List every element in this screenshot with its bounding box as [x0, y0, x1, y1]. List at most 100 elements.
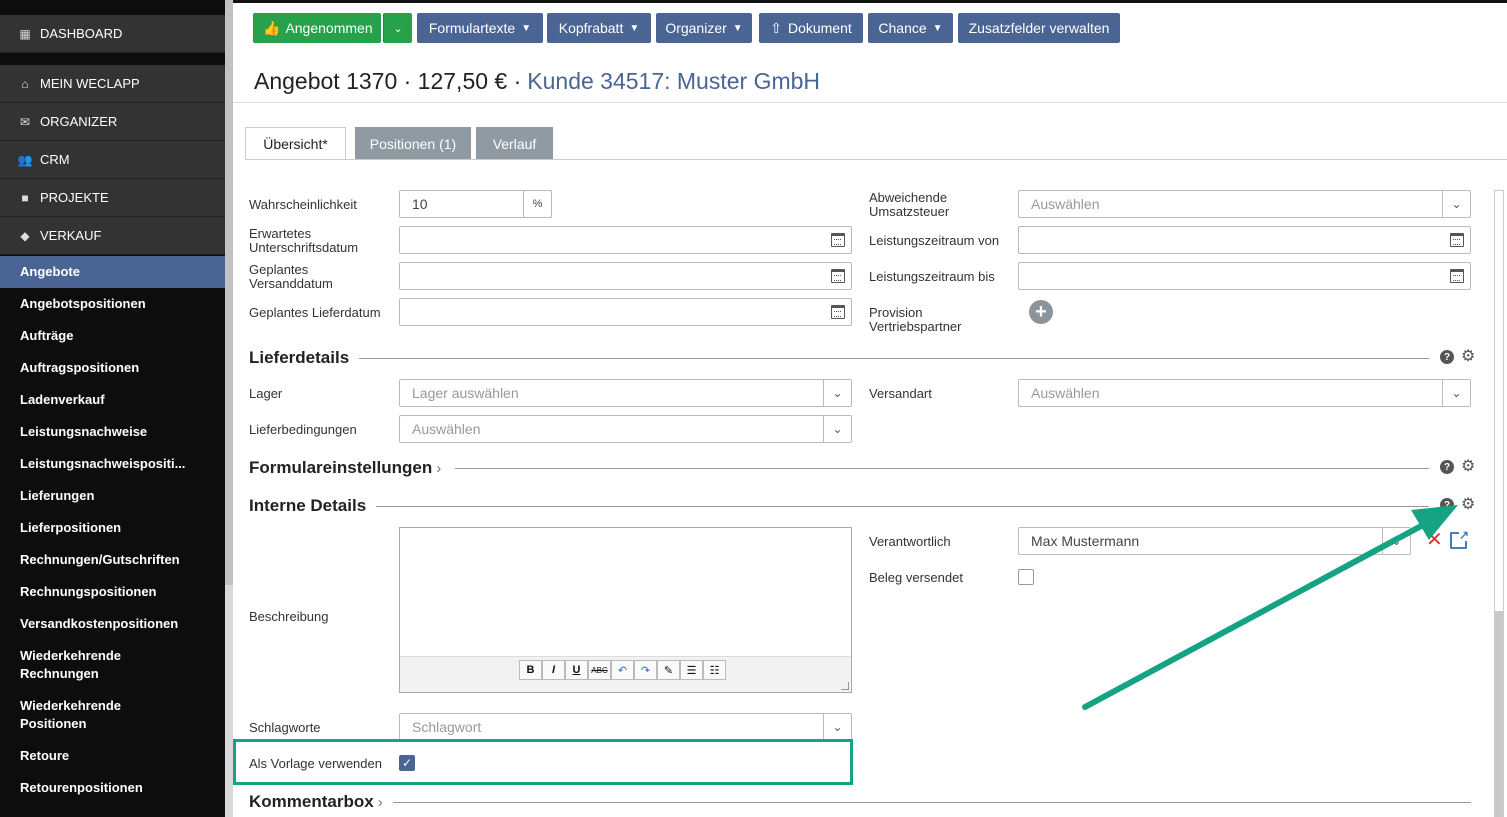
status-dropdown-button[interactable]: ⌄	[383, 13, 412, 43]
sidebar-item-dashboard[interactable]: ▦ DASHBOARD	[0, 15, 225, 53]
sidebar-item-leistungsnachweise[interactable]: Leistungsnachweise	[0, 423, 225, 441]
sidebar-item-wiederkehrende-positionen[interactable]: Wiederkehrende Positionen	[0, 697, 140, 733]
status-button[interactable]: 👍 Angenommen	[253, 13, 381, 43]
section-divider	[380, 802, 1471, 803]
section-divider	[376, 506, 1429, 507]
scrollbar-thumb[interactable]	[225, 0, 233, 585]
organizer-button[interactable]: Organizer ▼	[656, 13, 752, 43]
help-icon[interactable]: ?	[1440, 498, 1454, 512]
chevron-down-icon: ⌄	[823, 416, 851, 442]
tab-verlauf[interactable]: Verlauf	[476, 127, 553, 160]
lieferdatum-input[interactable]	[399, 298, 852, 326]
select-value: Max Mustermann	[1031, 533, 1140, 549]
sidebar-item-organizer[interactable]: ✉ ORGANIZER	[0, 103, 225, 141]
divider	[233, 102, 1507, 103]
versanddatum-label: Geplantes Versanddatum	[249, 262, 333, 291]
section-title-lieferdetails[interactable]: Lieferdetails	[249, 348, 360, 368]
sidebar-item-angebotspositionen[interactable]: Angebotspositionen	[0, 295, 225, 313]
open-external-icon[interactable]: ↗	[1450, 529, 1469, 549]
bold-icon[interactable]: B	[519, 660, 542, 680]
gear-icon[interactable]: ⚙	[1461, 497, 1475, 513]
lieferdatum-label: Geplantes Lieferdatum	[249, 305, 381, 320]
sidebar-item-lieferungen[interactable]: Lieferungen	[0, 487, 225, 505]
tab-uebersicht[interactable]: Übersicht*	[245, 127, 346, 160]
annotation-arrow	[1082, 505, 1458, 710]
calendar-icon[interactable]	[831, 305, 845, 319]
clear-icon[interactable]: ✕	[1426, 529, 1443, 551]
lager-select[interactable]: Lager auswählen ⌄	[399, 379, 852, 407]
sidebar-item-verkauf[interactable]: ◆ VERKAUF	[0, 217, 225, 255]
calendar-icon[interactable]	[831, 269, 845, 283]
section-title-formulareinstellungen[interactable]: Formulareinstellungen ›	[249, 458, 452, 478]
sidebar-item-angebote[interactable]: Angebote	[0, 256, 225, 288]
sidebar-item-rechnungen[interactable]: Rechnungen/Gutschriften	[0, 551, 225, 569]
sidebar-item-label: PROJEKTE	[40, 190, 109, 205]
tab-positionen[interactable]: Positionen (1)	[355, 127, 471, 160]
sidebar-item-wiederkehrende-rechnungen[interactable]: Wiederkehrende Rechnungen	[0, 647, 140, 683]
sidebar-item-mein-weclapp[interactable]: ⌂ MEIN WECLAPP	[0, 65, 225, 103]
beschreibung-editor[interactable]: B I U ABC ↶ ↷ ✎ ☰ ☷	[399, 527, 852, 693]
section-title-interne-details[interactable]: Interne Details	[249, 496, 377, 516]
bullet-list-icon[interactable]: ☰	[680, 660, 703, 680]
gear-icon[interactable]: ⚙	[1461, 459, 1475, 475]
sidebar-item-auftraege[interactable]: Aufträge	[0, 327, 225, 345]
beleg-versendet-checkbox[interactable]	[1018, 569, 1034, 585]
formulartexte-button[interactable]: Formulartexte ▼	[417, 13, 543, 43]
leistung-bis-input[interactable]	[1018, 262, 1471, 290]
verantwortlich-select[interactable]: Max Mustermann ⌄	[1018, 527, 1411, 555]
sidebar-scrollbar[interactable]	[225, 0, 233, 817]
lieferbedingungen-select[interactable]: Auswählen ⌄	[399, 415, 852, 443]
chance-button[interactable]: Chance ▼	[868, 13, 953, 43]
kopfrabatt-button[interactable]: Kopfrabatt ▼	[547, 13, 651, 43]
main-content: 👍 Angenommen ⌄ Formulartexte ▼ Kopfrabatt…	[233, 0, 1507, 817]
underline-icon[interactable]: U	[565, 660, 588, 680]
versanddatum-input[interactable]	[399, 262, 852, 290]
sidebar-item-retoure[interactable]: Retoure	[0, 747, 225, 765]
italic-icon[interactable]: I	[542, 660, 565, 680]
sidebar-item-rechnungspositionen[interactable]: Rechnungspositionen	[0, 583, 225, 601]
provision-label: Provision Vertriebspartner	[869, 305, 962, 334]
numbered-list-icon[interactable]: ☷	[703, 660, 726, 680]
clear-format-icon[interactable]: ✎	[657, 660, 680, 680]
redo-icon[interactable]: ↷	[634, 660, 657, 680]
sidebar-item-leistungsnachweispositionen[interactable]: Leistungsnachweispositi...	[0, 455, 225, 473]
sidebar-item-projekte[interactable]: ■ PROJEKTE	[0, 179, 225, 217]
schlagworte-label: Schlagworte	[249, 720, 321, 735]
kopfrabatt-label: Kopfrabatt	[558, 20, 624, 36]
sidebar-item-ladenverkauf[interactable]: Ladenverkauf	[0, 391, 225, 409]
umsatzsteuer-select[interactable]: Auswählen ⌄	[1018, 190, 1471, 218]
unterschriftsdatum-input[interactable]	[399, 226, 852, 254]
sidebar-item-versandkostenpositionen[interactable]: Versandkostenpositionen	[0, 615, 225, 633]
dokument-label: Dokument	[787, 20, 852, 36]
add-provision-icon[interactable]: +	[1029, 300, 1053, 324]
versandart-select[interactable]: Auswählen ⌄	[1018, 379, 1471, 407]
undo-icon[interactable]: ↶	[611, 660, 634, 680]
sidebar-item-crm[interactable]: 👥 CRM	[0, 141, 225, 179]
zusatzfelder-button[interactable]: Zusatzfelder verwalten	[958, 13, 1120, 43]
customer-link[interactable]: Kunde 34517: Muster GmbH	[527, 68, 820, 95]
schlagworte-select[interactable]: Schlagwort ⌄	[399, 713, 852, 741]
sidebar-item-auftragspositionen[interactable]: Auftragspositionen	[0, 359, 225, 377]
select-placeholder: Auswählen	[412, 421, 481, 437]
calendar-icon[interactable]	[1450, 233, 1464, 247]
dokument-button[interactable]: ⇧ Dokument	[759, 13, 863, 43]
top-border	[233, 0, 1507, 3]
content-scrollbar[interactable]	[1494, 190, 1504, 817]
calendar-icon[interactable]	[831, 233, 845, 247]
resize-handle[interactable]	[841, 682, 849, 690]
section-divider	[455, 468, 1429, 469]
gear-icon[interactable]: ⚙	[1461, 349, 1475, 365]
help-icon[interactable]: ?	[1440, 350, 1454, 364]
calendar-icon[interactable]	[1450, 269, 1464, 283]
help-icon[interactable]: ?	[1440, 460, 1454, 474]
scrollbar-thumb[interactable]	[1495, 611, 1503, 817]
sidebar-item-retourenpositionen[interactable]: Retourenpositionen	[0, 779, 225, 797]
strikethrough-icon[interactable]: ABC	[588, 660, 611, 680]
beschreibung-label: Beschreibung	[249, 609, 329, 624]
select-placeholder: Schlagwort	[412, 719, 482, 735]
wahrscheinlichkeit-input[interactable]: 10	[399, 190, 525, 218]
section-title-kommentarbox[interactable]: Kommentarbox ›	[249, 792, 393, 812]
select-placeholder: Auswählen	[1031, 385, 1100, 401]
leistung-von-input[interactable]	[1018, 226, 1471, 254]
sidebar-item-lieferpositionen[interactable]: Lieferpositionen	[0, 519, 225, 537]
